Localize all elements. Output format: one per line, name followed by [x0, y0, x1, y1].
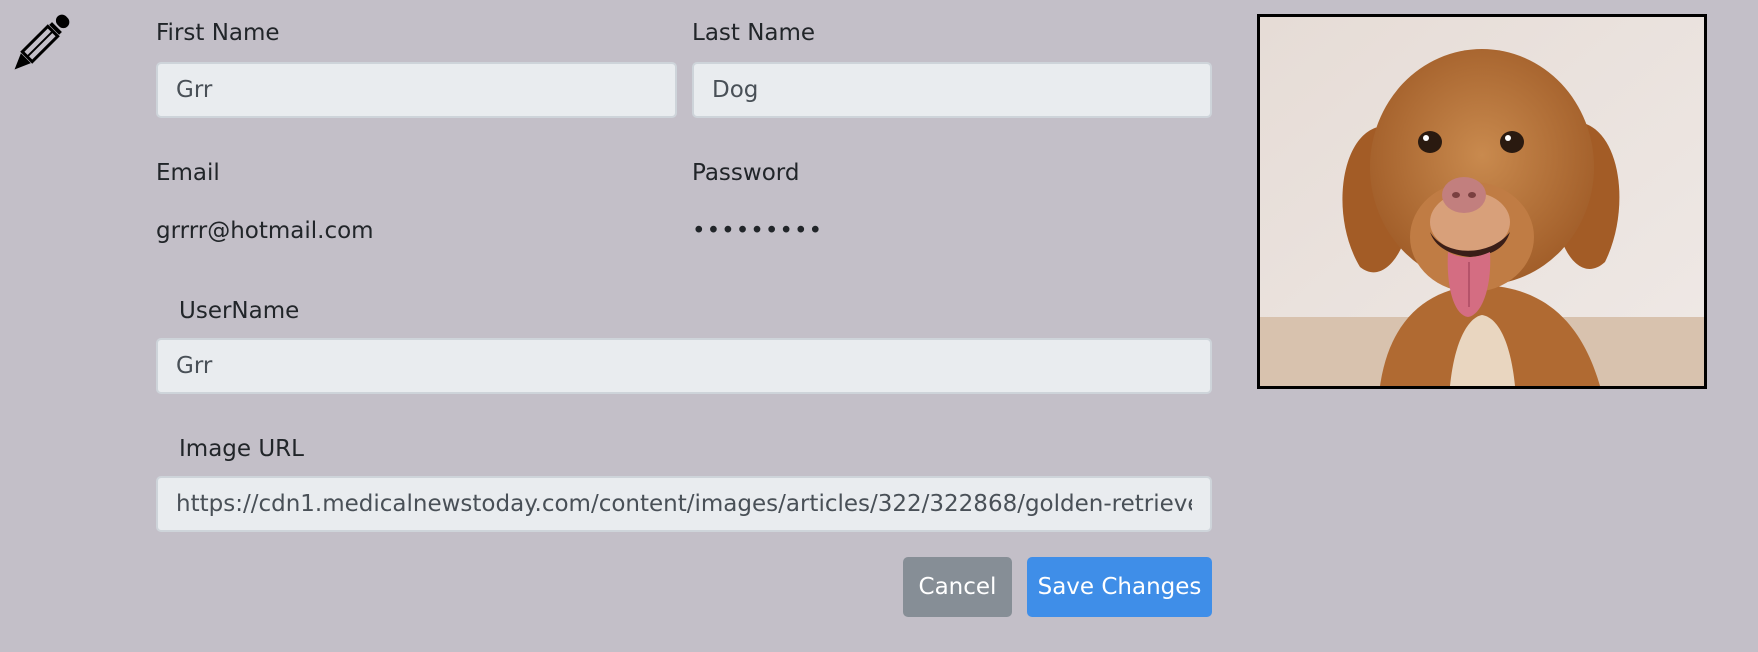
- username-label: UserName: [179, 298, 300, 324]
- pencil-icon[interactable]: [8, 12, 72, 76]
- first-name-label: First Name: [156, 20, 280, 46]
- cancel-button[interactable]: Cancel: [903, 557, 1012, 617]
- password-value: •••••••••: [692, 218, 824, 244]
- username-input[interactable]: [156, 338, 1212, 394]
- email-value: grrrr@hotmail.com: [156, 218, 374, 244]
- profile-image: [1257, 14, 1707, 389]
- dog-photo-icon: [1260, 17, 1704, 386]
- first-name-input[interactable]: [156, 62, 677, 118]
- image-url-input[interactable]: [156, 476, 1212, 532]
- last-name-input[interactable]: [692, 62, 1212, 118]
- last-name-label: Last Name: [692, 20, 816, 46]
- save-changes-button[interactable]: Save Changes: [1027, 557, 1212, 617]
- email-label: Email: [156, 160, 220, 186]
- image-url-label: Image URL: [179, 436, 304, 462]
- password-label: Password: [692, 160, 800, 186]
